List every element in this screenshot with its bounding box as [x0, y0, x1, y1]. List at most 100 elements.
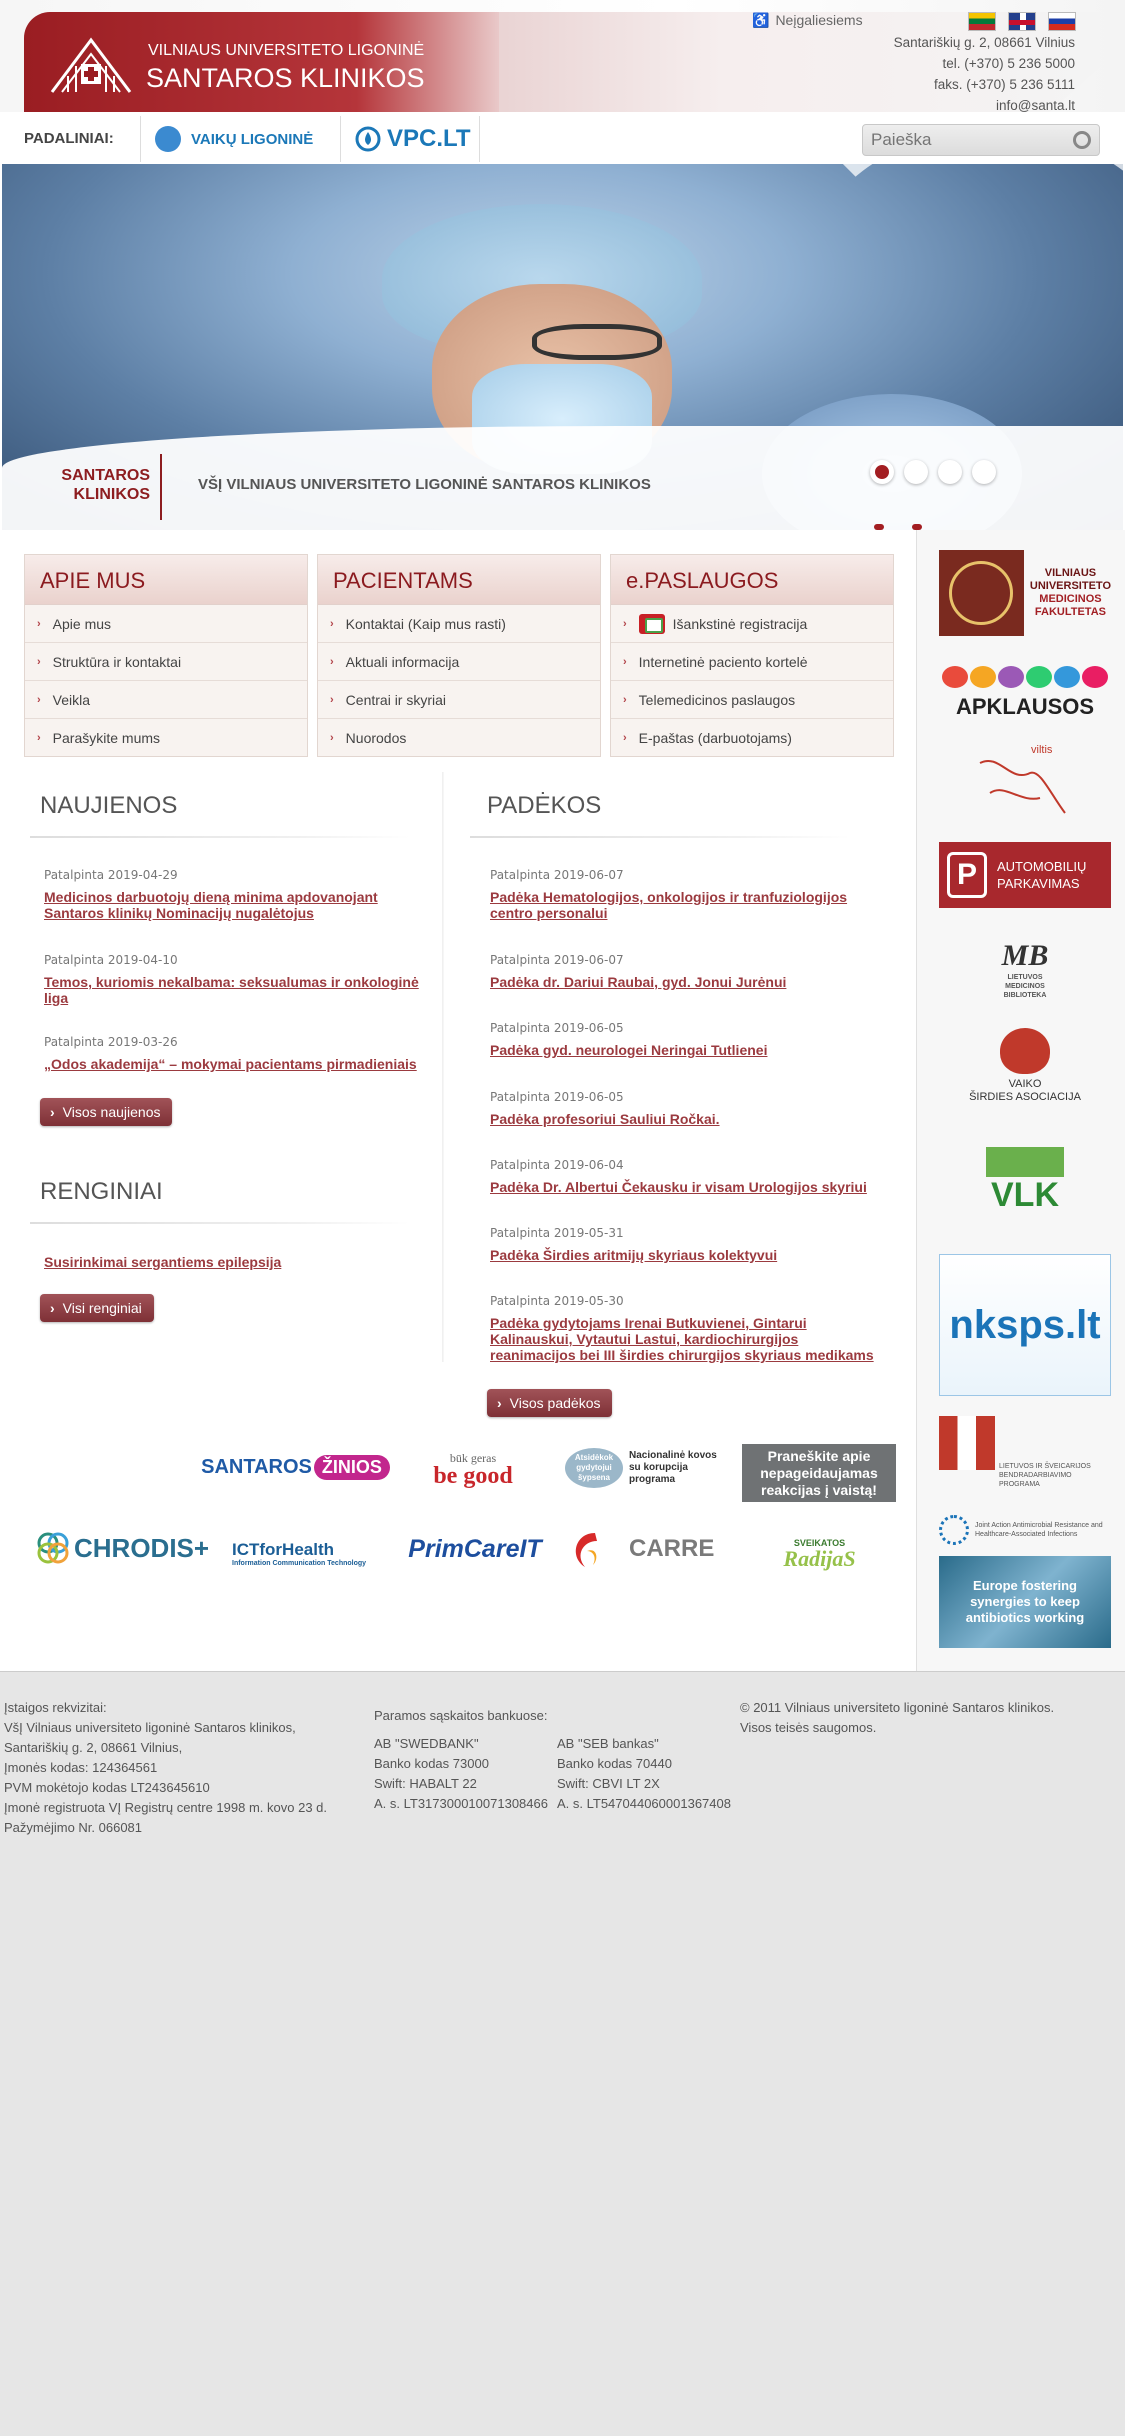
nksps-text: nksps.lt: [949, 1302, 1101, 1347]
viltis-banner[interactable]: viltis: [939, 740, 1111, 826]
contact-address: Santariškių g. 2, 08661 Vilnius: [893, 35, 1075, 50]
chrodis-logo[interactable]: CHRODIS+: [36, 1528, 212, 1568]
thanks-item: Patalpinta 2019-06-04 Padėka Dr. Albertui…: [490, 1158, 880, 1195]
all-news-button[interactable]: › Visos naujienos: [40, 1098, 173, 1126]
search-icon[interactable]: [1073, 131, 1091, 149]
slider-dot-2[interactable]: [904, 460, 928, 484]
eu-antibiotics-banner[interactable]: Europe fostering synergies to keep antib…: [939, 1556, 1111, 1648]
slider-dot-3[interactable]: [938, 460, 962, 484]
struktura-item[interactable]: › Struktūra ir kontaktai: [25, 643, 307, 681]
wheelchair-icon: ♿: [752, 12, 770, 28]
be-good-logo[interactable]: būk geras be good: [418, 1445, 528, 1489]
thanks-title[interactable]: Padėka Širdies aritmijų skyriaus kolekty…: [490, 1247, 880, 1263]
russian-flag-icon[interactable]: [1048, 12, 1076, 31]
be-good-big: be good: [433, 1463, 513, 1489]
slider-dot-4[interactable]: [972, 460, 996, 484]
vu-line3: MEDICINOS: [1039, 593, 1102, 605]
vaiku-ligonine-link[interactable]: VAIKŲ LIGONINĖ: [140, 116, 340, 162]
vu-mf-logo[interactable]: VILNIAUS UNIVERSITETO MEDICINOS FAKULTETAS: [939, 550, 1111, 636]
thanks-date: Patalpinta 2019-05-30: [490, 1294, 624, 1308]
paciento-kortele-item[interactable]: › Internetinė paciento kortelė: [611, 643, 893, 681]
footer-requisites: Įstaigos rekvizitai: VšĮ Vilniaus univer…: [4, 1698, 327, 1838]
registracija-item[interactable]: › Išankstinė registracija: [611, 605, 893, 643]
primcareit-logo[interactable]: PrimCareIT: [400, 1524, 550, 1574]
vu-seal-icon: [939, 550, 1024, 636]
search-box: [862, 124, 1100, 156]
slider-dot-1[interactable]: [870, 460, 894, 484]
padekos-heading: PADĖKOS: [487, 792, 602, 819]
chevron-right-icon: ›: [330, 732, 334, 744]
subdivisions-label: PADALINIAI:: [24, 130, 114, 147]
event-title[interactable]: Susirinkimai sergantiems epilepsija: [44, 1254, 434, 1270]
renginiai-underline: [30, 1222, 410, 1224]
veikla-item[interactable]: › Veikla: [25, 681, 307, 719]
lmb-logo[interactable]: MB LIETUVOS MEDICINOS BIBLIOTEKA: [939, 928, 1111, 1010]
nksps-banner[interactable]: nksps.lt: [939, 1254, 1111, 1396]
parking-banner[interactable]: P AUTOMOBILIŲ PARKAVIMAS: [939, 842, 1111, 908]
bank-line: A. s. LT547044060001367408: [557, 1796, 731, 1811]
news-item: Patalpinta 2019-04-10 Temos, kuriomis nek…: [44, 953, 434, 1006]
apie-mus-title[interactable]: APIE MUS: [25, 555, 307, 605]
pacientams-box: PACIENTAMS › Kontaktai (Kaip mus rasti) ›…: [317, 554, 601, 757]
vlk-logo[interactable]: VLK: [939, 1140, 1111, 1220]
column-divider: [442, 772, 444, 1362]
anti-corruption-badge: Atsidėkok gydytojui šypsena: [565, 1448, 623, 1488]
epaslaugos-title[interactable]: e.PASLAUGOS: [611, 555, 893, 605]
vsa-logo[interactable]: VAIKO ŠIRDIES ASOCIACIJA: [939, 1024, 1111, 1108]
telemedicina-item[interactable]: › Telemedicinos paslaugos: [611, 681, 893, 719]
thanks-title[interactable]: Padėka Dr. Albertui Čekausku ir visam Ur…: [490, 1179, 880, 1195]
parking-icon: P: [947, 852, 987, 898]
thanks-title[interactable]: Padėka dr. Dariui Raubai, gyd. Jonui Jur…: [490, 974, 880, 990]
chrodis-text: CHRODIS+: [74, 1532, 210, 1563]
anti-corruption-logo[interactable]: Atsidėkok gydytojui šypsena Nacionalinė k…: [565, 1446, 727, 1490]
thanks-title[interactable]: Padėka gyd. neurologei Neringai Tutliene…: [490, 1042, 880, 1058]
apklausos-banner[interactable]: APKLAUSOS: [939, 656, 1111, 730]
all-thanks-button[interactable]: › Visos padėkos: [487, 1389, 613, 1417]
site-logo[interactable]: VILNIAUS UNIVERSITETO LIGONINĖ SANTAROS …: [24, 12, 499, 112]
santaros-zinios-badge: ŽINIOS: [313, 1454, 390, 1480]
news-title[interactable]: Medicinos darbuotojų dieną minima apdova…: [44, 889, 434, 921]
all-events-button[interactable]: › Visi renginiai: [40, 1294, 154, 1322]
search-input[interactable]: [871, 130, 1061, 150]
aktuali-info-item[interactable]: › Aktuali informacija: [318, 643, 600, 681]
lithuanian-flag-icon[interactable]: [968, 12, 996, 31]
vu-line2: UNIVERSITETO: [1029, 580, 1111, 592]
kontaktai-item[interactable]: › Kontaktai (Kaip mus rasti): [318, 605, 600, 643]
swiss-programme-logo[interactable]: LIETUVOS IR ŠVEICARIJOS BENDRADARBIAVIMO…: [939, 1416, 1111, 1494]
bank-line: AB "SWEDBANK": [374, 1736, 479, 1751]
menu-item-label: Aktuali informacija: [345, 653, 460, 670]
epastas-item[interactable]: › E-paštas (darbuotojams): [611, 719, 893, 757]
news-date: Patalpinta 2019-03-26: [44, 1035, 178, 1049]
apie-mus-item[interactable]: › Apie mus: [25, 605, 307, 643]
footer-bank-seb: AB "SEB bankas" Banko kodas 70440 Swift:…: [557, 1734, 731, 1814]
adverse-reaction-banner[interactable]: Praneškite apie nepageidaujamas reakcija…: [742, 1444, 896, 1502]
thanks-item: Patalpinta 2019-06-07 Padėka Hematologijo…: [490, 868, 880, 921]
hospital-emblem-icon: [50, 37, 132, 93]
requisites-line: Įmonė registruota VĮ Registrų centre 199…: [4, 1800, 328, 1815]
accessibility-link[interactable]: ♿ Neįgaliesiems: [752, 12, 863, 29]
menu-item-label: Telemedicinos paslaugos: [638, 691, 796, 708]
sveikatos-radijas-logo[interactable]: SVEIKATOS RadijaS: [762, 1524, 877, 1578]
ict-subtext: Information Communication Technology: [232, 1559, 367, 1567]
english-flag-icon[interactable]: [1008, 12, 1036, 31]
bank-line: Banko kodas 70440: [557, 1756, 672, 1771]
nuorodos-item[interactable]: › Nuorodos: [318, 719, 600, 757]
carre-logo[interactable]: CARRE: [565, 1526, 715, 1572]
news-title[interactable]: Temos, kuriomis nekalbama: seksualumas i…: [44, 974, 434, 1006]
thanks-title[interactable]: Padėka Hematologijos, onkologijos ir tra…: [490, 889, 880, 921]
footer: Įstaigos rekvizitai: VšĮ Vilniaus univer…: [0, 1672, 1125, 2436]
jaamr-logo[interactable]: Joint Action Antimicrobial Resistance an…: [939, 1510, 1111, 1550]
requisites-title: Įstaigos rekvizitai:: [4, 1700, 107, 1715]
vsa-line2: ŠIRDIES ASOCIACIJA: [969, 1091, 1081, 1103]
vpc-link[interactable]: VPC.LT: [340, 116, 480, 162]
parasykite-item[interactable]: › Parašykite mums: [25, 719, 307, 757]
news-title[interactable]: „Odos akademija“ – mokymai pacientams pi…: [44, 1056, 434, 1072]
ict-for-health-logo[interactable]: ICTforHealth Information Communication Te…: [232, 1530, 372, 1576]
centrai-item[interactable]: › Centrai ir skyriai: [318, 681, 600, 719]
thanks-title[interactable]: Padėka gydytojams Irenai Butkuvienei, Gi…: [490, 1315, 880, 1363]
pacientams-title[interactable]: PACIENTAMS: [318, 555, 600, 605]
thanks-title[interactable]: Padėka profesoriui Sauliui Ročkai.: [490, 1111, 880, 1127]
santaros-zinios-logo[interactable]: SANTAROS ŽINIOS: [201, 1447, 390, 1487]
thanks-item: Patalpinta 2019-06-07 Padėka dr. Dariui R…: [490, 953, 880, 990]
lmb-text: LIETUVOS MEDICINOS BIBLIOTEKA: [1003, 973, 1047, 999]
